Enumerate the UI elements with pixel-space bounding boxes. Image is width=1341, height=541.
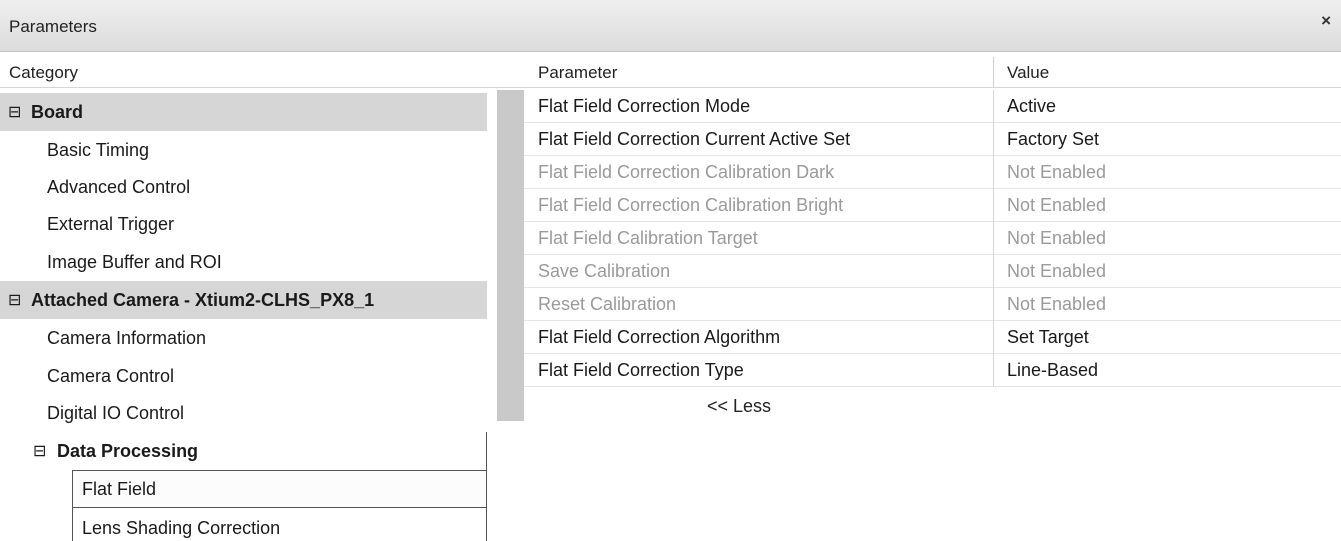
row-header-strip [497,90,524,421]
parameter-row[interactable]: Flat Field Correction Current Active Set… [524,123,1341,156]
less-link[interactable]: << Less [707,396,771,417]
category-item-label: Lens Shading Correction [82,518,281,538]
column-divider [993,90,994,123]
category-item-external-trigger[interactable]: External Trigger [0,205,487,243]
parameter-value[interactable]: Set Target [1007,327,1089,348]
category-tree: ⊟ Board Basic Timing Advanced Control Ex… [0,88,497,541]
category-group-label: Attached Camera - Xtium2-CLHS_PX8_1 [31,290,375,310]
category-item-label: Basic Timing [47,140,150,160]
parameter-value[interactable]: Factory Set [1007,129,1099,150]
category-group-attached-camera[interactable]: ⊟ Attached Camera - Xtium2-CLHS_PX8_1 [0,281,487,319]
category-item-camera-information[interactable]: Camera Information [0,319,487,357]
category-group-board[interactable]: ⊟ Board [0,93,487,131]
parameter-name: Flat Field Correction Current Active Set [538,129,851,149]
category-item-digital-io-control[interactable]: Digital IO Control [0,394,487,432]
column-divider [993,222,994,255]
parameter-row[interactable]: Flat Field Correction Mode Active [524,90,1341,123]
category-group-label: Data Processing [57,441,199,461]
parameter-value: Not Enabled [1007,294,1107,314]
parameter-row[interactable]: Flat Field Correction Algorithm Set Targ… [524,321,1341,354]
parameter-row[interactable]: Flat Field Correction Calibration Bright… [524,189,1341,222]
category-item-camera-control[interactable]: Camera Control [0,357,487,395]
category-item-label: Digital IO Control [47,403,185,423]
parameter-name: Flat Field Correction Mode [538,96,751,116]
parameter-name: Flat Field Calibration Target [538,228,758,248]
category-item-image-buffer-roi[interactable]: Image Buffer and ROI [0,243,487,281]
parameter-value: Not Enabled [1007,261,1107,281]
parameter-row[interactable]: Flat Field Correction Type Line-Based [524,354,1341,387]
parameter-name: Flat Field Correction Calibration Bright [538,195,844,215]
category-item-basic-timing[interactable]: Basic Timing [0,131,487,169]
column-headers: Category Parameter Value [0,57,1341,88]
column-divider [993,189,994,222]
parameter-value: Not Enabled [1007,162,1107,182]
category-item-label: Advanced Control [47,177,191,197]
category-group-label: Board [31,102,84,122]
category-item-label: Camera Control [47,366,175,386]
parameter-name: Reset Calibration [538,294,677,314]
parameter-row[interactable]: Reset Calibration Not Enabled [524,288,1341,321]
parameter-row[interactable]: Flat Field Calibration Target Not Enable… [524,222,1341,255]
parameter-row[interactable]: Save Calibration Not Enabled [524,255,1341,288]
value-column-header[interactable]: Value [1007,63,1049,83]
collapse-icon[interactable]: ⊟ [33,441,46,461]
column-divider [993,321,994,354]
parameter-value[interactable]: Active [1007,96,1056,117]
category-column-header: Category [9,63,78,82]
parameter-value: Not Enabled [1007,195,1107,215]
column-divider [993,354,994,387]
column-divider[interactable] [993,57,994,88]
parameter-row[interactable]: Flat Field Correction Calibration Dark N… [524,156,1341,189]
parameter-value: Not Enabled [1007,228,1107,248]
parameter-value[interactable]: Line-Based [1007,360,1098,381]
category-item-label: Camera Information [47,328,207,348]
column-divider [993,255,994,288]
category-subgroup-data-processing[interactable]: ⊟ Data Processing [0,432,487,470]
parameter-column-header[interactable]: Parameter [538,63,617,83]
category-item-flat-field[interactable]: Flat Field [72,470,487,508]
collapse-icon[interactable]: ⊟ [8,290,21,310]
column-divider [993,123,994,156]
category-item-label: Flat Field [82,479,157,499]
parameter-name: Flat Field Correction Algorithm [538,327,781,347]
category-item-label: Image Buffer and ROI [47,252,222,272]
title-bar: Parameters × [0,0,1341,52]
window-title: Parameters [9,17,97,36]
collapse-icon[interactable]: ⊟ [8,102,21,122]
column-divider [993,156,994,189]
parameter-name: Save Calibration [538,261,671,281]
category-item-lens-shading-correction[interactable]: Lens Shading Correction [72,507,487,541]
parameter-name: Flat Field Correction Calibration Dark [538,162,835,182]
category-item-label: External Trigger [47,214,175,234]
category-item-advanced-control[interactable]: Advanced Control [0,168,487,206]
close-icon[interactable]: × [1321,11,1331,31]
parameter-name: Flat Field Correction Type [538,360,744,380]
column-divider [993,288,994,321]
